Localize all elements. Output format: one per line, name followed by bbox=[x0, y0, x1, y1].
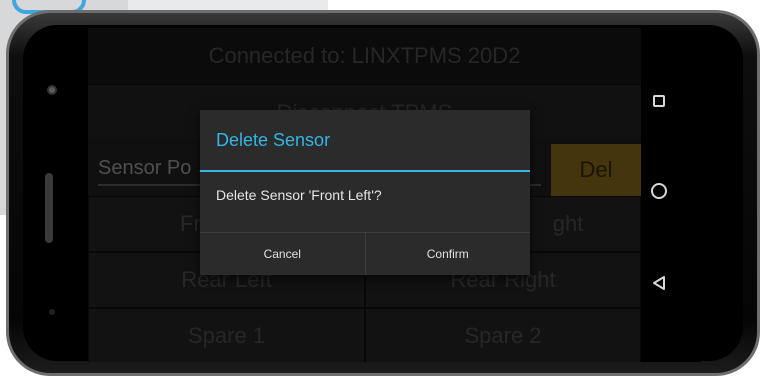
phone-sensor-dot bbox=[47, 85, 57, 95]
background-strip bbox=[128, 0, 328, 10]
app-screen: Connected to: LINXTPMS 20D2 Disconnect T… bbox=[88, 28, 641, 362]
dialog-button-bar: Cancel Confirm bbox=[200, 232, 530, 275]
dialog-title-divider bbox=[200, 170, 530, 172]
cancel-button[interactable]: Cancel bbox=[200, 233, 365, 275]
triangle-back-icon[interactable] bbox=[651, 275, 667, 291]
dialog-message: Delete Sensor 'Front Left'? bbox=[216, 187, 382, 203]
navigation-bar bbox=[641, 28, 701, 362]
dialog-title: Delete Sensor bbox=[216, 130, 331, 150]
confirm-button[interactable]: Confirm bbox=[364, 233, 531, 275]
delete-sensor-dialog: Delete Sensor Delete Sensor 'Front Left'… bbox=[200, 110, 530, 275]
square-icon[interactable] bbox=[653, 95, 665, 107]
circle-icon[interactable] bbox=[651, 183, 667, 199]
phone-speaker bbox=[45, 173, 53, 243]
phone-camera-dot bbox=[49, 309, 55, 315]
